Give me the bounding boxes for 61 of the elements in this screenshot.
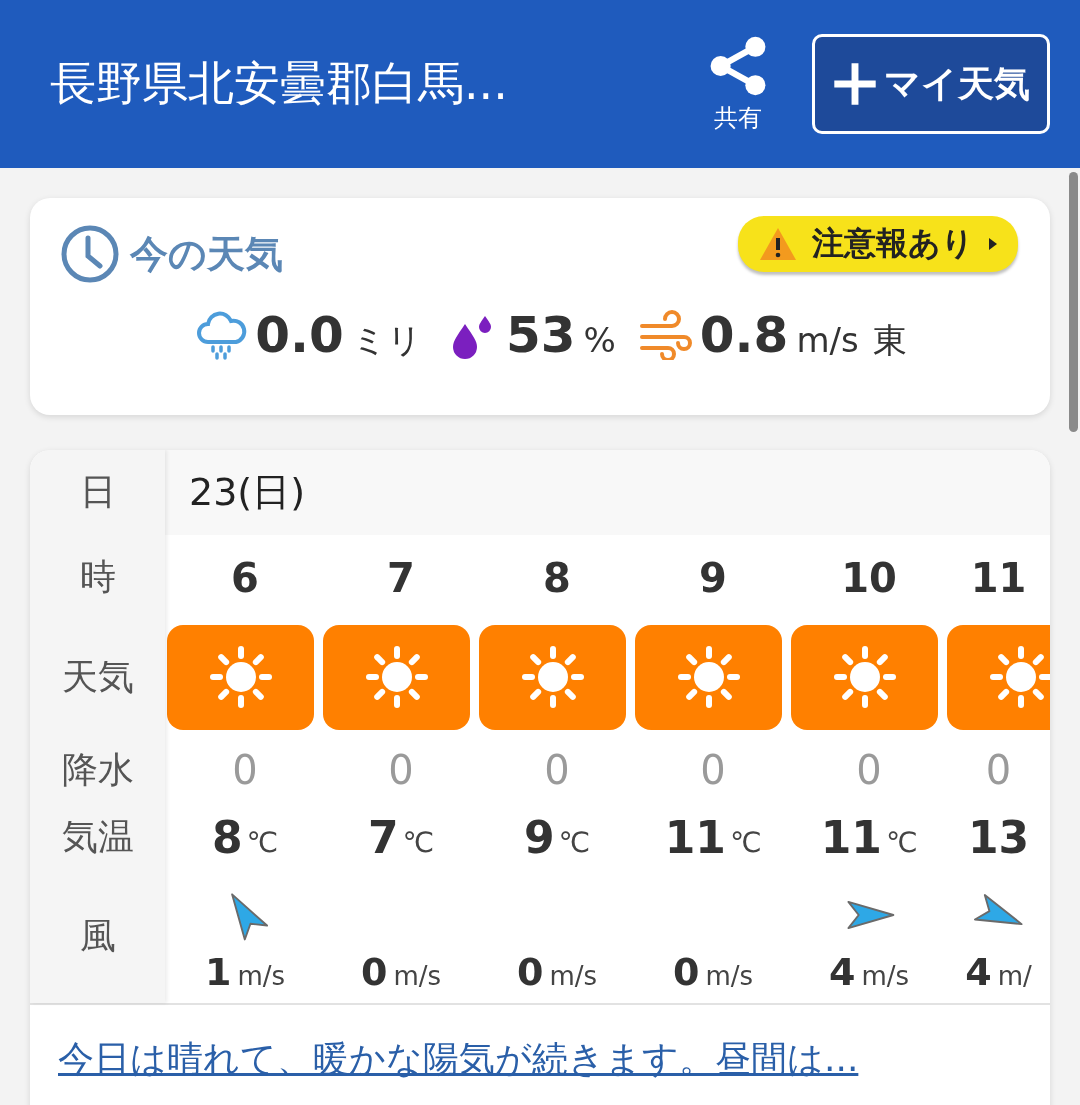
wind-speed-unit: m/s <box>549 960 598 991</box>
precipitation-value: 0 <box>985 747 1012 793</box>
wind-direction: 東 <box>872 319 907 362</box>
row-label: 気温 <box>60 815 135 859</box>
wind-speed-value: 0 <box>516 949 544 994</box>
hour-label: 6 <box>231 554 259 601</box>
precipitation-value: 0 <box>700 747 726 793</box>
hour-label: 9 <box>699 554 727 601</box>
plus-icon <box>832 61 878 107</box>
temperature-value: 13 <box>967 812 1030 863</box>
warning-icon <box>758 226 798 262</box>
wind-speed-unit: m/s <box>705 960 754 991</box>
wind-speed-unit: m/s <box>237 960 286 991</box>
date-label: 23(日) <box>189 469 305 516</box>
wind-speed-value: 0.8 <box>699 306 789 364</box>
row-label: 日 <box>78 470 117 514</box>
wind-speed-value: 0 <box>360 949 388 994</box>
hour-label: 11 <box>970 554 1027 601</box>
row-label: 降水 <box>60 747 135 792</box>
precipitation-value: 0 <box>544 747 570 793</box>
clock-icon <box>60 224 120 284</box>
wind-speed-unit: m/s <box>861 960 910 991</box>
wind-speed-value: 0 <box>672 949 700 994</box>
forecast-summary-link[interactable]: 今日は晴れて、暖かな陽気が続きます。昼間は... <box>58 1038 859 1079</box>
row-label: 天気 <box>60 655 135 699</box>
row-label: 時 <box>78 555 117 599</box>
temperature-unit: ℃ <box>885 826 918 859</box>
caret-icon <box>988 237 998 251</box>
scrollbar[interactable] <box>1069 172 1078 432</box>
wind-icon <box>637 310 694 360</box>
wind-speed-unit: m/s <box>393 960 442 991</box>
humidity-value: 53 <box>505 306 576 364</box>
temperature-value: 9 <box>523 812 555 863</box>
precipitation-value: 0 <box>856 747 882 793</box>
temperature-unit: ℃ <box>558 826 591 859</box>
row-label: 風 <box>78 914 117 958</box>
alert-button[interactable]: 注意報あり <box>738 216 1018 272</box>
wind-speed-value: 4 <box>965 949 992 994</box>
temperature-value: 11 <box>820 812 882 863</box>
temperature-unit: ℃ <box>246 826 279 859</box>
temperature-value: 7 <box>367 812 399 863</box>
add-my-weather-button[interactable]: マイ天気 <box>812 34 1050 134</box>
wind-speed-unit: m/ <box>997 960 1032 991</box>
precipitation-unit: ミリ <box>351 319 422 362</box>
temperature-unit: ℃ <box>729 826 762 859</box>
hour-label: 7 <box>387 554 415 601</box>
location-title: 長野県北安曇郡白馬... <box>50 55 509 112</box>
precipitation-value: 0.0 <box>255 306 344 364</box>
hour-label: 8 <box>543 554 571 601</box>
wind-speed-value: 4 <box>828 949 856 994</box>
humidity-unit: % <box>583 320 616 360</box>
share-button[interactable]: 共有 <box>704 34 772 134</box>
temperature-unit: ℃ <box>402 826 435 859</box>
precipitation-value: 0 <box>388 747 414 793</box>
precipitation-value: 0 <box>232 747 258 793</box>
section-title: 今の天気 <box>130 230 284 278</box>
wind-speed-unit: m/s <box>796 320 859 360</box>
temperature-value: 8 <box>211 812 243 863</box>
hour-label: 10 <box>841 554 897 601</box>
wind-speed-value: 1 <box>204 949 232 994</box>
temperature-value: 11 <box>664 812 726 863</box>
